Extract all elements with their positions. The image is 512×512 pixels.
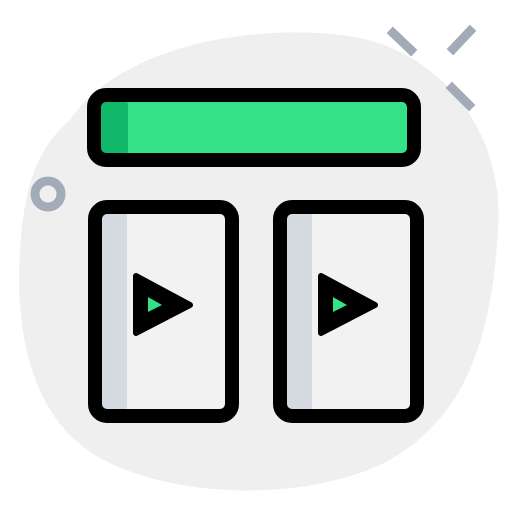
sparkle-line-2 xyxy=(446,24,477,56)
video-panel-left-shade xyxy=(99,211,127,412)
header-bar-fill xyxy=(94,95,414,160)
video-layout-illustration xyxy=(19,24,499,491)
video-panel-right xyxy=(273,200,424,423)
video-panel-right-shade xyxy=(284,211,312,412)
header-bar-shade xyxy=(98,99,128,156)
video-layout-icon xyxy=(0,0,512,512)
video-panel-left xyxy=(88,200,239,423)
sparkle-line-1 xyxy=(386,26,418,57)
header-bar xyxy=(87,88,421,167)
